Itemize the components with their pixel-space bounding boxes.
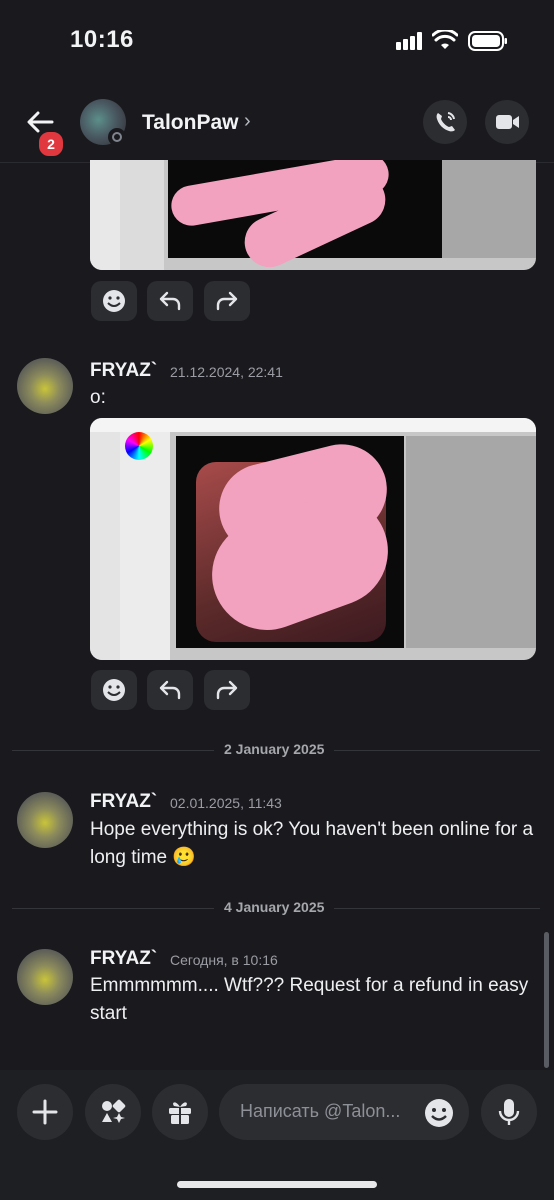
add-reaction-button[interactable] [91, 281, 137, 321]
author-avatar[interactable] [17, 949, 73, 1005]
video-camera-icon [496, 115, 519, 129]
reply-icon [159, 680, 181, 700]
app-menubar [90, 418, 536, 432]
author-avatar[interactable] [17, 358, 73, 414]
message-text: o: [90, 387, 106, 408]
apps-button[interactable] [85, 1084, 141, 1140]
reply-button[interactable] [147, 670, 193, 710]
image-attachment[interactable] [90, 418, 536, 660]
unread-badge: 2 [37, 130, 65, 158]
gift-icon [169, 1102, 191, 1124]
canvas-background [406, 436, 536, 648]
message-timestamp: 21.12.2024, 22:41 [170, 364, 283, 380]
apps-icon [102, 1099, 126, 1123]
forward-icon [216, 291, 238, 311]
gift-button[interactable] [152, 1084, 208, 1140]
app-toolbar [90, 432, 120, 660]
image-attachment[interactable] [90, 160, 536, 270]
voice-call-button[interactable] [423, 100, 467, 144]
chevron-right-icon[interactable]: › [244, 110, 251, 133]
add-attachment-button[interactable] [17, 1084, 73, 1140]
phone-icon [436, 112, 455, 132]
color-wheel [125, 432, 153, 460]
message-timestamp: 02.01.2025, 11:43 [170, 795, 282, 811]
video-call-button[interactable] [485, 100, 529, 144]
app-brush-panel [120, 432, 170, 660]
message-text: Emmmmmm.... Wtf??? Request for a refund … [90, 975, 529, 1024]
cellular-signal-icon [396, 32, 422, 50]
author-name[interactable]: FRYAZ` [90, 948, 157, 970]
home-indicator [177, 1181, 377, 1188]
add-reaction-button[interactable] [91, 670, 137, 710]
author-avatar[interactable] [17, 792, 73, 848]
message-timestamp: Сегодня, в 10:16 [170, 952, 278, 968]
author-name[interactable]: FRYAZ` [90, 791, 157, 813]
date-divider: 4 January 2025 [214, 899, 335, 915]
emoji-icon[interactable] [423, 1097, 455, 1129]
reply-icon [159, 291, 181, 311]
emoji-icon [103, 679, 125, 701]
microphone-icon [498, 1099, 520, 1125]
status-indicator [108, 128, 126, 146]
forward-button[interactable] [204, 281, 250, 321]
author-name[interactable]: FRYAZ` [90, 360, 157, 382]
app-brush-panel [120, 160, 164, 270]
emoji-icon [103, 290, 125, 312]
reply-button[interactable] [147, 281, 193, 321]
app-toolbar [90, 160, 120, 270]
message-input-placeholder[interactable]: Написать @Talon... [240, 1101, 400, 1122]
canvas-background [442, 160, 536, 258]
voice-message-button[interactable] [481, 1084, 537, 1140]
message-text: Hope everything is ok? You haven't been … [90, 819, 534, 868]
battery-icon [468, 31, 507, 51]
forward-icon [216, 680, 238, 700]
date-divider: 2 January 2025 [214, 741, 335, 757]
status-time: 10:16 [70, 26, 134, 53]
scrollbar[interactable] [544, 932, 549, 1068]
contact-name[interactable]: TalonPaw [142, 111, 238, 135]
wifi-icon [432, 30, 458, 49]
plus-icon [32, 1099, 58, 1125]
forward-button[interactable] [204, 670, 250, 710]
